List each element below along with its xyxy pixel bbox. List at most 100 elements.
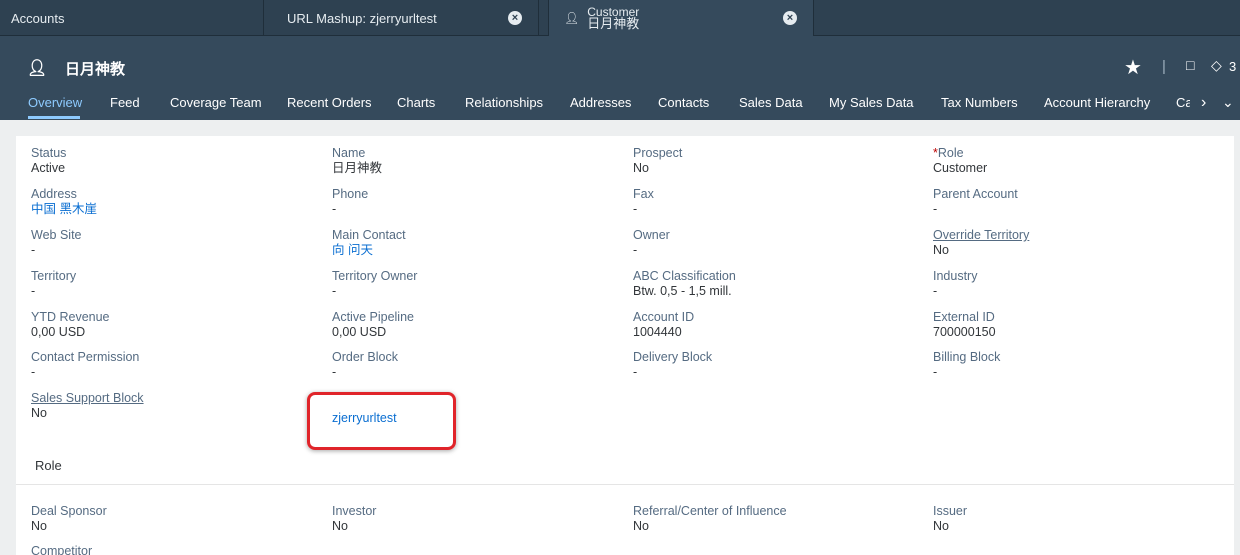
field-label: Role bbox=[937, 146, 964, 160]
field-territory-owner: Territory Owner - bbox=[332, 269, 417, 299]
close-icon[interactable]: × bbox=[783, 11, 797, 25]
field-value: Btw. 0,5 - 1,5 mill. bbox=[633, 284, 732, 298]
tab-relationships[interactable]: Relationships bbox=[465, 95, 543, 110]
chevron-right-icon[interactable]: › bbox=[1201, 94, 1206, 112]
tab-feed[interactable]: Feed bbox=[110, 95, 140, 110]
override-territory-label[interactable]: Override Territory bbox=[933, 228, 1029, 243]
field-label: Account ID bbox=[633, 310, 695, 324]
field-phone: Phone - bbox=[332, 187, 368, 217]
field-value: No bbox=[31, 406, 47, 420]
field-value: Customer bbox=[933, 161, 988, 175]
tab-overflow[interactable]: Ca bbox=[1176, 95, 1190, 110]
tab-overview[interactable]: Overview bbox=[28, 95, 82, 110]
tab-strip: Accounts URL Mashup: zjerryurltest × 👤︎ … bbox=[0, 0, 1240, 36]
field-label: Referral/Center of Influence bbox=[633, 504, 787, 518]
field-label: YTD Revenue bbox=[31, 310, 110, 324]
field-parent-account: Parent Account - bbox=[933, 187, 1018, 217]
field-name: Name 日月神教 bbox=[332, 146, 382, 176]
field-value: - bbox=[933, 365, 938, 379]
customer-icon: 👤︎ bbox=[564, 11, 580, 25]
field-sales-support-block: Sales Support Block No bbox=[31, 391, 144, 421]
field-label: Order Block bbox=[332, 350, 398, 364]
tab-contacts[interactable]: Contacts bbox=[658, 95, 709, 110]
field-value: No bbox=[633, 519, 649, 533]
field-label: Territory Owner bbox=[332, 269, 418, 283]
field-value: - bbox=[332, 365, 337, 379]
field-deal-sponsor: Deal Sponsor No bbox=[31, 504, 107, 534]
field-external-id: External ID 700000150 bbox=[933, 310, 996, 340]
field-label: Investor bbox=[332, 504, 377, 518]
field-abc-classification: ABC Classification Btw. 0,5 - 1,5 mill. bbox=[633, 269, 736, 299]
field-value: No bbox=[933, 519, 949, 533]
field-value: 0,00 USD bbox=[31, 325, 86, 339]
field-label: External ID bbox=[933, 310, 995, 324]
field-label: Phone bbox=[332, 187, 369, 201]
tab-coverage-team[interactable]: Coverage Team bbox=[170, 95, 262, 110]
page-title: 日月神教 bbox=[65, 61, 126, 78]
field-value: 0,00 USD bbox=[332, 325, 387, 339]
field-label: Web Site bbox=[31, 228, 82, 242]
tab-sales-data[interactable]: Sales Data bbox=[739, 95, 803, 110]
field-label-wrap: *Role bbox=[933, 146, 987, 161]
tab-addresses[interactable]: Addresses bbox=[570, 95, 631, 110]
field-value: No bbox=[633, 161, 649, 175]
comment-icon[interactable]: □ bbox=[1186, 57, 1194, 73]
tab-account-hierarchy[interactable]: Account Hierarchy bbox=[1044, 95, 1150, 110]
tab-customer[interactable]: 👤︎ Customer 日月神教 × bbox=[548, 0, 814, 36]
field-order-block: Order Block - bbox=[332, 350, 398, 380]
field-label: Active Pipeline bbox=[332, 310, 414, 324]
tab-accounts[interactable]: Accounts bbox=[0, 0, 264, 36]
field-label: Address bbox=[31, 187, 77, 201]
close-icon[interactable]: × bbox=[508, 11, 522, 25]
field-label: Issuer bbox=[933, 504, 968, 518]
main-contact-link[interactable]: 向 问天 bbox=[332, 243, 406, 258]
field-billing-block: Billing Block - bbox=[933, 350, 1000, 380]
tab-label-line2: 日月神教 bbox=[587, 16, 640, 31]
tab-url-mashup[interactable]: URL Mashup: zjerryurltest × bbox=[265, 0, 539, 36]
sales-support-block-label[interactable]: Sales Support Block bbox=[31, 391, 144, 406]
field-territory: Territory - bbox=[31, 269, 76, 299]
field-value: - bbox=[933, 284, 938, 298]
field-value: - bbox=[332, 202, 337, 216]
field-industry: Industry - bbox=[933, 269, 977, 299]
field-override-territory: Override Territory No bbox=[933, 228, 1029, 258]
field-label: Contact Permission bbox=[31, 350, 140, 364]
field-value: Active bbox=[31, 161, 66, 175]
tab-charts[interactable]: Charts bbox=[397, 95, 435, 110]
navigation-tabs: Overview Feed Coverage Team Recent Order… bbox=[0, 94, 1240, 120]
field-main-contact: Main Contact 向 问天 bbox=[332, 228, 406, 258]
chevron-down-icon[interactable]: ⌄ bbox=[1222, 94, 1234, 111]
field-label: Deal Sponsor bbox=[31, 504, 107, 518]
field-value: 日月神教 bbox=[332, 161, 383, 175]
tab-recent-orders[interactable]: Recent Orders bbox=[287, 95, 372, 110]
separator: | bbox=[1162, 58, 1166, 75]
field-status: Status Active bbox=[31, 146, 66, 176]
field-label: Parent Account bbox=[933, 187, 1018, 201]
field-web-site: Web Site - bbox=[31, 228, 82, 258]
field-label: Delivery Block bbox=[633, 350, 713, 364]
field-delivery-block: Delivery Block - bbox=[633, 350, 712, 380]
field-value: - bbox=[633, 365, 638, 379]
field-fax: Fax - bbox=[633, 187, 654, 217]
field-ytd-revenue: YTD Revenue 0,00 USD bbox=[31, 310, 110, 340]
tab-label: Accounts bbox=[11, 10, 65, 26]
field-label: Billing Block bbox=[933, 350, 1001, 364]
tab-my-sales-data[interactable]: My Sales Data bbox=[829, 95, 914, 110]
field-label: Territory bbox=[31, 269, 77, 283]
field-label: Prospect bbox=[633, 146, 683, 160]
star-icon[interactable]: ★ bbox=[1124, 55, 1142, 80]
field-value: - bbox=[31, 284, 36, 298]
tag-icon[interactable]: ◇ bbox=[1211, 57, 1222, 74]
tag-count: 3 bbox=[1229, 59, 1237, 74]
section-title-role: Role bbox=[35, 458, 62, 473]
tab-tax-numbers[interactable]: Tax Numbers bbox=[941, 95, 1018, 110]
field-address: Address 中国 黑木崖 bbox=[31, 187, 97, 217]
field-value: - bbox=[633, 243, 638, 257]
field-label: Fax bbox=[633, 187, 654, 201]
address-link[interactable]: 中国 黑木崖 bbox=[31, 202, 97, 217]
field-contact-permission: Contact Permission - bbox=[31, 350, 139, 380]
field-value: 1004440 bbox=[633, 325, 682, 339]
customer-icon: 👤︎ bbox=[27, 60, 48, 77]
field-investor: Investor No bbox=[332, 504, 376, 534]
field-value: No bbox=[332, 519, 348, 533]
